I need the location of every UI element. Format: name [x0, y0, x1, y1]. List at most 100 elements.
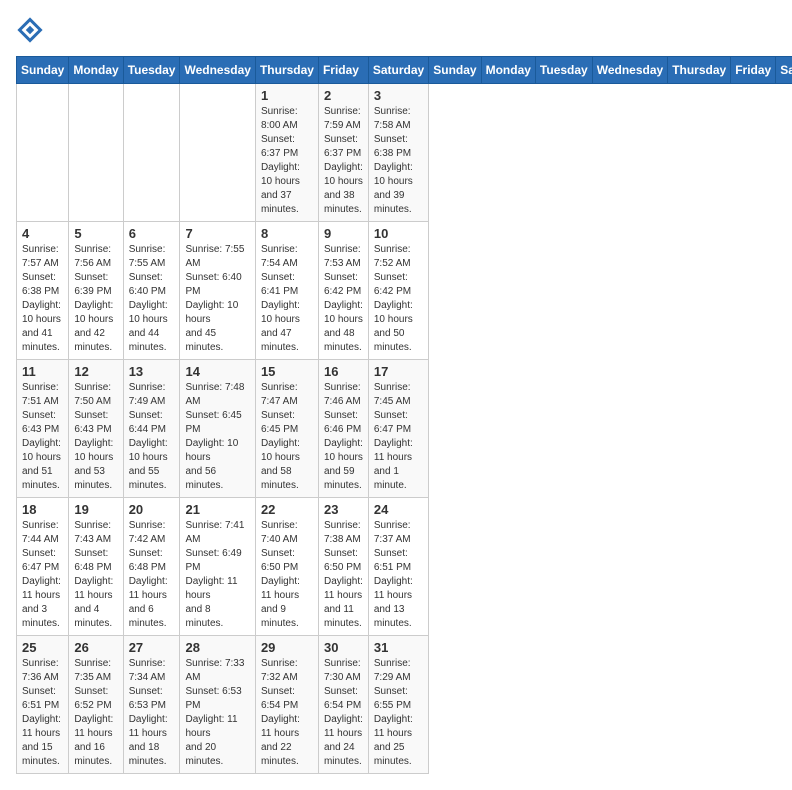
calendar-cell: 9Sunrise: 7:53 AM Sunset: 6:42 PM Daylig… — [318, 222, 368, 360]
calendar-cell: 8 Sunrise: 7:54 AM Sunset: 6:41 PM Daylig… — [255, 222, 318, 360]
day-number: 20 — [129, 502, 175, 517]
logo-icon — [16, 16, 44, 44]
calendar-cell: 14 Sunrise: 7:48 AM Sunset: 6:45 PM Dayli… — [180, 360, 255, 498]
calendar-cell: 1Sunrise: 8:00 AM Sunset: 6:37 PM Daylig… — [255, 84, 318, 222]
day-info: Sunrise: 7:45 AM Sunset: 6:47 PM Dayligh… — [374, 381, 423, 493]
calendar-cell: 18Sunrise: 7:44 AM Sunset: 6:47 PM Dayli… — [17, 498, 69, 636]
day-of-week-header: Thursday — [255, 57, 318, 84]
day-number: 5 — [74, 226, 117, 241]
day-number: 26 — [74, 640, 117, 655]
calendar-cell: 3 Sunrise: 7:58 AM Sunset: 6:38 PM Daylig… — [368, 84, 428, 222]
calendar-cell: 19 Sunrise: 7:43 AM Sunset: 6:48 PM Dayli… — [69, 498, 123, 636]
day-info: Sunrise: 7:41 AM Sunset: 6:49 PM Dayligh… — [185, 519, 249, 631]
day-info: Sunrise: 7:55 AM Sunset: 6:40 PM Dayligh… — [129, 243, 175, 355]
calendar-cell: 28 Sunrise: 7:33 AM Sunset: 6:53 PM Dayli… — [180, 636, 255, 774]
day-number: 3 — [374, 88, 423, 103]
calendar-cell: 5 Sunrise: 7:56 AM Sunset: 6:39 PM Daylig… — [69, 222, 123, 360]
calendar-header-row: SundayMondayTuesdayWednesdayThursdayFrid… — [17, 57, 792, 84]
calendar-cell: 29 Sunrise: 7:32 AM Sunset: 6:54 PM Dayli… — [255, 636, 318, 774]
day-info: Sunrise: 7:54 AM Sunset: 6:41 PM Dayligh… — [261, 243, 313, 355]
calendar-cell: 13 Sunrise: 7:49 AM Sunset: 6:44 PM Dayli… — [123, 360, 180, 498]
day-of-week-header: Wednesday — [180, 57, 255, 84]
calendar-cell: 25 Sunrise: 7:36 AM Sunset: 6:51 PM Dayli… — [17, 636, 69, 774]
day-number: 24 — [374, 502, 423, 517]
calendar-cell: 26 Sunrise: 7:35 AM Sunset: 6:52 PM Dayli… — [69, 636, 123, 774]
calendar-cell — [69, 84, 123, 222]
day-number: 23 — [324, 502, 363, 517]
day-number: 19 — [74, 502, 117, 517]
day-of-week-header: Saturday — [776, 57, 792, 84]
calendar-cell: 11Sunrise: 7:51 AM Sunset: 6:43 PM Dayli… — [17, 360, 69, 498]
day-number: 8 — [261, 226, 313, 241]
calendar-cell: 6 Sunrise: 7:55 AM Sunset: 6:40 PM Daylig… — [123, 222, 180, 360]
day-number: 31 — [374, 640, 423, 655]
day-number: 27 — [129, 640, 175, 655]
day-info: Sunrise: 7:47 AM Sunset: 6:45 PM Dayligh… — [261, 381, 313, 493]
calendar-cell: 24 Sunrise: 7:37 AM Sunset: 6:51 PM Dayli… — [368, 498, 428, 636]
calendar-cell: 2Sunrise: 7:59 AM Sunset: 6:37 PM Daylig… — [318, 84, 368, 222]
day-info: Sunrise: 7:38 AM Sunset: 6:50 PM Dayligh… — [324, 519, 363, 631]
calendar-cell: 27 Sunrise: 7:34 AM Sunset: 6:53 PM Dayli… — [123, 636, 180, 774]
day-info: Sunrise: 7:55 AM Sunset: 6:40 PM Dayligh… — [185, 243, 249, 355]
day-number: 25 — [22, 640, 63, 655]
day-info: Sunrise: 7:36 AM Sunset: 6:51 PM Dayligh… — [22, 657, 63, 769]
calendar-week-row: 11Sunrise: 7:51 AM Sunset: 6:43 PM Dayli… — [17, 360, 792, 498]
day-info: Sunrise: 7:35 AM Sunset: 6:52 PM Dayligh… — [74, 657, 117, 769]
day-number: 7 — [185, 226, 249, 241]
day-number: 28 — [185, 640, 249, 655]
day-of-week-header: Thursday — [668, 57, 731, 84]
day-info: Sunrise: 7:42 AM Sunset: 6:48 PM Dayligh… — [129, 519, 175, 631]
day-of-week-header: Monday — [481, 57, 535, 84]
calendar-week-row: 1Sunrise: 8:00 AM Sunset: 6:37 PM Daylig… — [17, 84, 792, 222]
calendar-cell: 15Sunrise: 7:47 AM Sunset: 6:45 PM Dayli… — [255, 360, 318, 498]
calendar-cell — [123, 84, 180, 222]
calendar-table: SundayMondayTuesdayWednesdayThursdayFrid… — [16, 56, 792, 774]
day-number: 6 — [129, 226, 175, 241]
calendar-cell: 20 Sunrise: 7:42 AM Sunset: 6:48 PM Dayli… — [123, 498, 180, 636]
calendar-cell: 17 Sunrise: 7:45 AM Sunset: 6:47 PM Dayli… — [368, 360, 428, 498]
page-header — [16, 16, 776, 44]
calendar-cell — [180, 84, 255, 222]
day-number: 17 — [374, 364, 423, 379]
day-info: Sunrise: 7:37 AM Sunset: 6:51 PM Dayligh… — [374, 519, 423, 631]
day-of-week-header: Sunday — [429, 57, 481, 84]
day-of-week-header: Tuesday — [123, 57, 180, 84]
day-of-week-header: Friday — [731, 57, 776, 84]
calendar-week-row: 4Sunrise: 7:57 AM Sunset: 6:38 PM Daylig… — [17, 222, 792, 360]
day-of-week-header: Wednesday — [592, 57, 667, 84]
day-info: Sunrise: 7:34 AM Sunset: 6:53 PM Dayligh… — [129, 657, 175, 769]
day-info: Sunrise: 7:32 AM Sunset: 6:54 PM Dayligh… — [261, 657, 313, 769]
day-of-week-header: Monday — [69, 57, 123, 84]
day-number: 2 — [324, 88, 363, 103]
calendar-cell: 4Sunrise: 7:57 AM Sunset: 6:38 PM Daylig… — [17, 222, 69, 360]
day-number: 13 — [129, 364, 175, 379]
day-number: 4 — [22, 226, 63, 241]
day-info: Sunrise: 7:56 AM Sunset: 6:39 PM Dayligh… — [74, 243, 117, 355]
day-number: 10 — [374, 226, 423, 241]
day-info: Sunrise: 7:43 AM Sunset: 6:48 PM Dayligh… — [74, 519, 117, 631]
day-number: 18 — [22, 502, 63, 517]
calendar-cell: 16 Sunrise: 7:46 AM Sunset: 6:46 PM Dayli… — [318, 360, 368, 498]
day-info: Sunrise: 7:58 AM Sunset: 6:38 PM Dayligh… — [374, 105, 423, 217]
calendar-cell — [17, 84, 69, 222]
day-of-week-header: Tuesday — [535, 57, 592, 84]
day-info: Sunrise: 7:49 AM Sunset: 6:44 PM Dayligh… — [129, 381, 175, 493]
calendar-cell: 10Sunrise: 7:52 AM Sunset: 6:42 PM Dayli… — [368, 222, 428, 360]
day-number: 12 — [74, 364, 117, 379]
calendar-cell: 21 Sunrise: 7:41 AM Sunset: 6:49 PM Dayli… — [180, 498, 255, 636]
calendar-week-row: 18Sunrise: 7:44 AM Sunset: 6:47 PM Dayli… — [17, 498, 792, 636]
day-info: Sunrise: 7:40 AM Sunset: 6:50 PM Dayligh… — [261, 519, 313, 631]
day-number: 11 — [22, 364, 63, 379]
calendar-cell: 12 Sunrise: 7:50 AM Sunset: 6:43 PM Dayli… — [69, 360, 123, 498]
day-info: Sunrise: 7:50 AM Sunset: 6:43 PM Dayligh… — [74, 381, 117, 493]
day-of-week-header: Sunday — [17, 57, 69, 84]
day-info: Sunrise: 7:33 AM Sunset: 6:53 PM Dayligh… — [185, 657, 249, 769]
logo — [16, 16, 48, 44]
calendar-cell: 31Sunrise: 7:29 AM Sunset: 6:55 PM Dayli… — [368, 636, 428, 774]
day-number: 21 — [185, 502, 249, 517]
day-number: 16 — [324, 364, 363, 379]
day-number: 14 — [185, 364, 249, 379]
day-info: Sunrise: 7:46 AM Sunset: 6:46 PM Dayligh… — [324, 381, 363, 493]
day-number: 29 — [261, 640, 313, 655]
day-info: Sunrise: 7:48 AM Sunset: 6:45 PM Dayligh… — [185, 381, 249, 493]
